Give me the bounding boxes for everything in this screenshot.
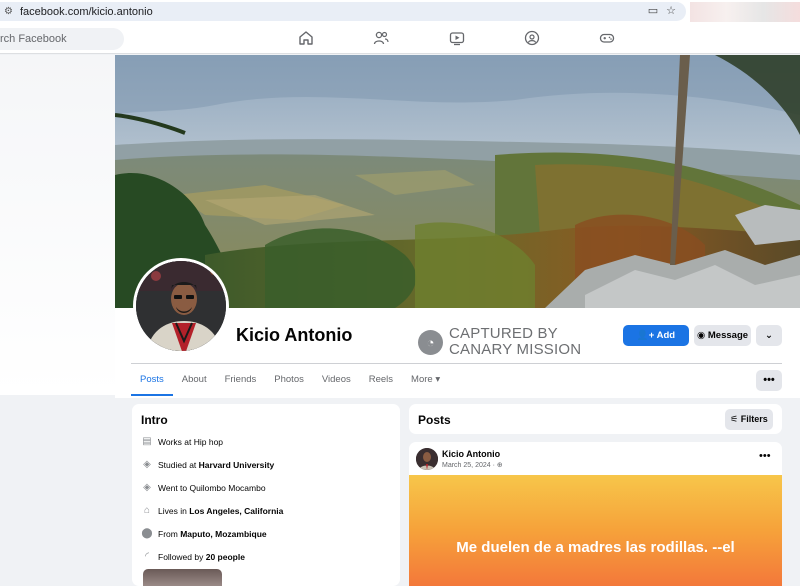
post-author-avatar[interactable] (416, 448, 438, 470)
install-app-icon[interactable]: ▭ (646, 4, 660, 18)
messenger-icon: ◉ (696, 330, 706, 341)
left-blank-column (0, 55, 115, 395)
profile-avatar[interactable] (133, 258, 229, 354)
caret-down-icon: ▾ (435, 374, 441, 385)
add-person-icon: 👤+ (636, 330, 655, 341)
cover-photo[interactable] (115, 55, 800, 308)
intro-link[interactable]: Maputo, Mozambique (180, 529, 266, 539)
sliders-icon: ⚟ (730, 414, 739, 424)
intro-item-lives-in: ⌂ Lives in Los Angeles, California (141, 505, 283, 517)
intro-text: Studied at (158, 460, 197, 470)
bookmark-star-icon[interactable]: ☆ (664, 4, 678, 18)
location-pin-icon: ⬤ (141, 528, 153, 539)
intro-item-followers: ◜ Followed by 20 people (141, 551, 245, 563)
post-author-name[interactable]: Kicio Antonio (442, 449, 500, 459)
filters-label: Filters (740, 414, 768, 424)
home-icon: ⌂ (143, 505, 151, 516)
profile-name: Kicio Antonio (236, 325, 353, 345)
add-friend-button[interactable]: 👤+ Add friend (623, 325, 689, 362)
intro-text: Followed by (158, 552, 204, 562)
message-label: Message (707, 330, 749, 341)
tab-more-label: More (411, 374, 433, 385)
address-bar[interactable]: ⚙ facebook.com/kicio.antonio ▭ ☆ (0, 2, 686, 21)
post-overlay-text: Me duelen de a madres las rodillas. --el (456, 539, 735, 556)
gaming-icon[interactable] (599, 30, 615, 46)
intro-item-school: ◈ Went to Quilombo Mocambo (141, 482, 266, 494)
tab-photos[interactable]: Photos (265, 364, 313, 396)
tab-reels[interactable]: Reels (360, 364, 402, 396)
video-icon[interactable] (449, 30, 465, 46)
more-options-button[interactable]: ••• (756, 370, 782, 391)
post-options-icon[interactable]: ••• (759, 450, 771, 462)
intro-card: Intro ▤ Works at Hip hop ◈ Studied at Ha… (132, 404, 400, 586)
post-card: Kicio Antonio March 25, 2024 · ⊕ ••• Me … (409, 442, 782, 586)
graduation-cap-icon: ◈ (143, 482, 151, 493)
post-date[interactable]: March 25, 2024 · ⊕ (442, 461, 503, 469)
search-input[interactable]: rch Facebook (0, 28, 124, 50)
filters-button[interactable]: ⚟ Filters (725, 409, 773, 430)
tab-friends[interactable]: Friends (216, 364, 266, 396)
intro-title: Intro (141, 413, 168, 427)
featured-photo-thumbnail[interactable] (143, 569, 222, 586)
rss-icon: ◜ (145, 551, 149, 562)
profile-options-button[interactable]: ⌄ (756, 325, 782, 346)
intro-text: Works at Hip hop (158, 437, 224, 447)
url-text: facebook.com/kicio.antonio (20, 5, 153, 18)
tab-more[interactable]: More ▾ (402, 364, 449, 396)
watermark: ◔ CAPTURED BY CANARY MISSION (418, 326, 581, 358)
friends-icon[interactable] (373, 30, 389, 46)
intro-link[interactable]: Los Angeles, California (189, 506, 283, 516)
tab-posts[interactable]: Posts (131, 364, 173, 396)
intro-text: Lives in (158, 506, 187, 516)
watermark-line-2: CANARY MISSION (449, 341, 582, 358)
intro-item-from: ⬤ From Maputo, Mozambique (141, 528, 266, 540)
intro-item-education: ◈ Studied at Harvard University (141, 459, 274, 471)
graduation-cap-icon: ◈ (143, 459, 151, 470)
chevron-down-icon: ⌄ (765, 330, 773, 341)
tab-videos[interactable]: Videos (313, 364, 360, 396)
browser-toolbar: ⚙ facebook.com/kicio.antonio ▭ ☆ (0, 0, 800, 24)
post-media[interactable] (409, 475, 782, 586)
groups-icon[interactable] (524, 30, 540, 46)
watermark-line-1: CAPTURED BY (449, 325, 558, 342)
canary-logo-icon: ◔ (418, 329, 443, 355)
intro-link[interactable]: 20 people (206, 552, 245, 562)
post-avatar-image (416, 448, 438, 470)
facebook-top-nav: rch Facebook (0, 24, 800, 54)
profile-tabs: Posts About Friends Photos Videos Reels … (131, 364, 449, 396)
blurred-toolbar-area (690, 2, 800, 22)
intro-text: Went to Quilombo Mocambo (158, 483, 266, 493)
ellipsis-icon: ••• (763, 374, 775, 386)
intro-text: From (158, 529, 178, 539)
intro-item-work: ▤ Works at Hip hop (141, 436, 223, 448)
tab-about[interactable]: About (173, 364, 216, 396)
briefcase-icon: ▤ (142, 436, 152, 447)
message-button[interactable]: ◉ Message (694, 325, 751, 346)
intro-link[interactable]: Harvard University (199, 460, 275, 470)
cover-landscape-image (115, 55, 800, 308)
globe-icon: ⊕ (496, 462, 503, 469)
site-info-icon[interactable]: ⚙ (4, 6, 18, 17)
home-icon[interactable] (298, 30, 314, 46)
posts-title: Posts (418, 413, 451, 427)
post-date-text: March 25, 2024 · (442, 462, 495, 469)
